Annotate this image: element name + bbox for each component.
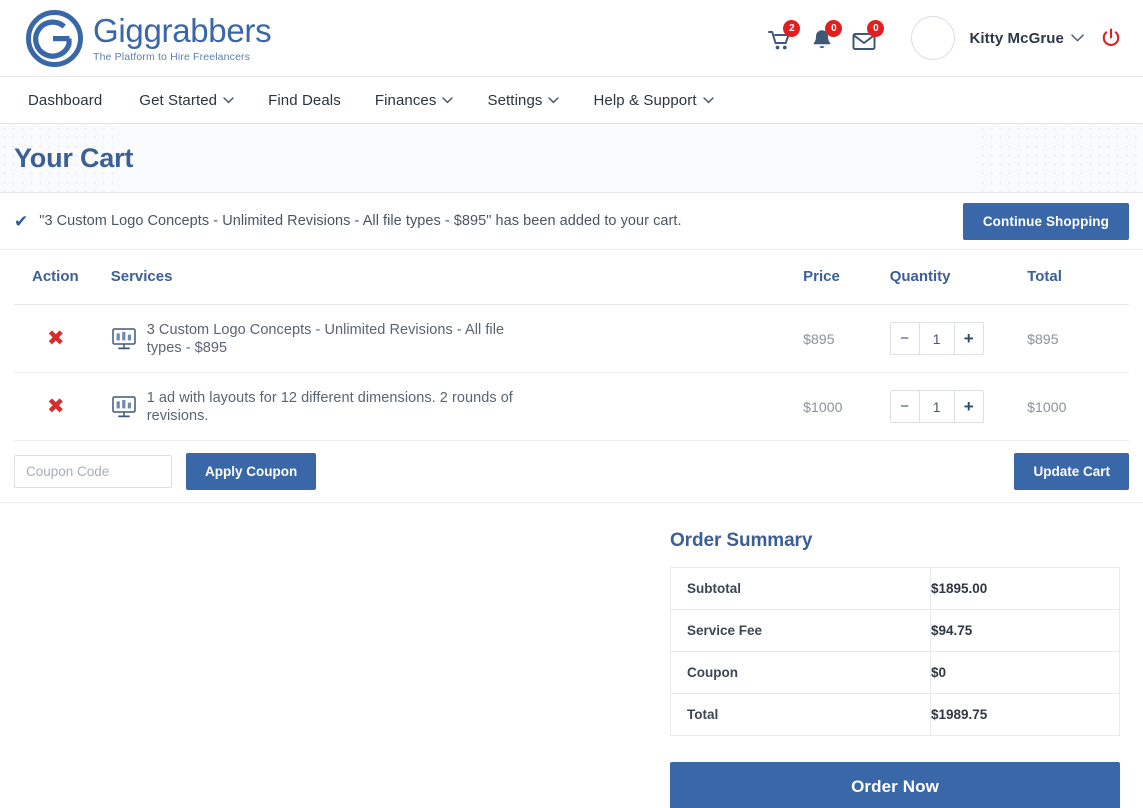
chevron-down-icon [223, 95, 234, 107]
giggrabbers-logo-icon [26, 9, 83, 67]
nav-label: Settings [487, 91, 543, 109]
header-right: 2 0 0 Kitty McGrue [767, 16, 1121, 60]
dot-pattern-right [978, 124, 1143, 192]
nav-item-dashboard[interactable]: Dashboard [28, 92, 122, 109]
nav-label: Help & Support [593, 91, 697, 109]
summary-value: $94.75 [930, 609, 1120, 652]
avatar[interactable] [911, 16, 956, 60]
nav-item-finances[interactable]: Finances [358, 92, 471, 109]
nav-label: Dashboard [28, 91, 103, 109]
table-row: ✖ [14, 304, 1129, 373]
summary-row-service-fee: Service Fee $94.75 [670, 609, 1120, 652]
nav-label: Finances [374, 91, 437, 109]
brand-name: Giggrabbers [93, 12, 272, 49]
nav-item-get-started[interactable]: Get Started [122, 92, 251, 109]
cell-total: $1000 [1027, 372, 1129, 441]
cart-icon[interactable]: 2 [767, 20, 801, 51]
envelope-badge: 0 [867, 20, 885, 37]
summary-label: Total [670, 693, 931, 736]
summary-row-subtotal: Subtotal $1895.00 [670, 567, 1120, 610]
order-summary: Order Summary Subtotal $1895.00 Service … [670, 530, 1120, 808]
notification-group: 2 0 0 [767, 20, 885, 51]
coupon-code-input[interactable] [14, 455, 172, 488]
cell-price: $895 [803, 304, 890, 373]
cart-badge: 2 [783, 20, 801, 37]
monitor-chart-icon [111, 394, 137, 420]
cell-quantity: − + [889, 372, 1028, 441]
table-row: ✖ [14, 372, 1129, 441]
page-title: Your Cart [14, 142, 134, 173]
nav-item-find-deals[interactable]: Find Deals [251, 92, 358, 109]
user-name[interactable]: Kitty McGrue [969, 30, 1064, 47]
bell-icon[interactable]: 0 [809, 20, 843, 51]
cell-service: 1 ad with layouts for 12 different dimen… [110, 372, 804, 441]
nav-label: Get Started [139, 91, 218, 109]
cart-table-head: Action Services Price Quantity Total [14, 250, 1129, 305]
quantity-decrease-button[interactable]: − [890, 323, 920, 354]
envelope-icon[interactable]: 0 [851, 20, 885, 51]
cell-total: $895 [1027, 304, 1129, 373]
remove-item-icon[interactable]: ✖ [32, 327, 65, 349]
service-name[interactable]: 1 ad with layouts for 12 different dimen… [147, 389, 517, 425]
service-name[interactable]: 3 Custom Logo Concepts - Unlimited Revis… [147, 321, 517, 357]
cart-table-body: ✖ 3 Custom Logo Concepts - Unlimited Rev… [14, 304, 1129, 441]
column-header-total: Total [1027, 250, 1129, 305]
column-header-services: Services [110, 250, 804, 305]
summary-value: $1989.75 [930, 693, 1120, 736]
cart-page: Giggrabbers The Platform to Hire Freelan… [0, 0, 1143, 808]
continue-shopping-button[interactable]: Continue Shopping [962, 202, 1129, 240]
main-navigation: Dashboard Get Started Find Deals Finance… [0, 76, 1143, 124]
chevron-down-icon [702, 95, 714, 107]
nav-label: Find Deals [268, 91, 341, 109]
cell-price: $1000 [803, 372, 890, 441]
quantity-increase-button[interactable]: + [953, 323, 983, 354]
quantity-input[interactable] [919, 323, 954, 354]
cell-quantity: − + [889, 304, 1028, 373]
table-header-row: Action Services Price Quantity Total [14, 250, 1129, 305]
column-header-quantity: Quantity [889, 250, 1028, 305]
summary-label: Service Fee [670, 609, 931, 652]
column-header-action: Action [14, 250, 111, 305]
order-summary-table: Subtotal $1895.00 Service Fee $94.75 Cou… [670, 567, 1120, 736]
quantity-input[interactable] [919, 391, 954, 422]
brand-tagline: The Platform to Hire Freelancers [93, 51, 251, 63]
quantity-increase-button[interactable]: + [953, 391, 983, 422]
nav-item-help-support[interactable]: Help & Support [576, 92, 730, 109]
remove-item-icon[interactable]: ✖ [32, 395, 65, 417]
brand-logo[interactable]: Giggrabbers The Platform to Hire Freelan… [26, 9, 272, 67]
order-summary-area: Order Summary Subtotal $1895.00 Service … [0, 503, 1143, 808]
monitor-chart-icon [111, 326, 137, 352]
cell-service: 3 Custom Logo Concepts - Unlimited Revis… [110, 304, 804, 373]
alert-message: "3 Custom Logo Concepts - Unlimited Revi… [39, 213, 682, 229]
quantity-decrease-button[interactable]: − [890, 391, 920, 422]
apply-coupon-button[interactable]: Apply Coupon [186, 453, 317, 490]
chevron-down-icon [442, 95, 454, 107]
order-summary-title: Order Summary [670, 530, 813, 551]
chevron-down-icon [548, 95, 560, 107]
update-cart-button[interactable]: Update Cart [1014, 453, 1129, 490]
cart-table-wrapper: Action Services Price Quantity Total ✖ 3… [0, 250, 1143, 441]
order-now-button[interactable]: Order Now [670, 762, 1120, 808]
summary-label: Coupon [670, 651, 931, 694]
page-banner: Your Cart [0, 124, 1143, 193]
quantity-stepper[interactable]: − + [889, 390, 984, 423]
top-header: Giggrabbers The Platform to Hire Freelan… [0, 0, 1143, 76]
column-header-price: Price [803, 250, 890, 305]
summary-row-coupon: Coupon $0 [670, 651, 1120, 694]
quantity-stepper[interactable]: − + [889, 322, 984, 355]
coupon-row: Apply Coupon Update Cart [0, 441, 1143, 503]
power-icon[interactable] [1101, 28, 1121, 48]
summary-value: $0 [930, 651, 1120, 694]
check-icon: ✔ [14, 211, 29, 231]
nav-item-settings[interactable]: Settings [470, 92, 576, 109]
chevron-down-icon[interactable] [1071, 30, 1084, 45]
summary-value: $1895.00 [930, 567, 1120, 610]
cell-action: ✖ [14, 372, 111, 441]
bell-badge: 0 [825, 20, 843, 37]
summary-label: Subtotal [670, 567, 931, 610]
cart-table: Action Services Price Quantity Total ✖ 3… [14, 250, 1129, 441]
summary-row-total: Total $1989.75 [670, 693, 1120, 736]
cart-added-alert: ✔ "3 Custom Logo Concepts - Unlimited Re… [0, 193, 1143, 250]
cell-action: ✖ [14, 304, 111, 373]
